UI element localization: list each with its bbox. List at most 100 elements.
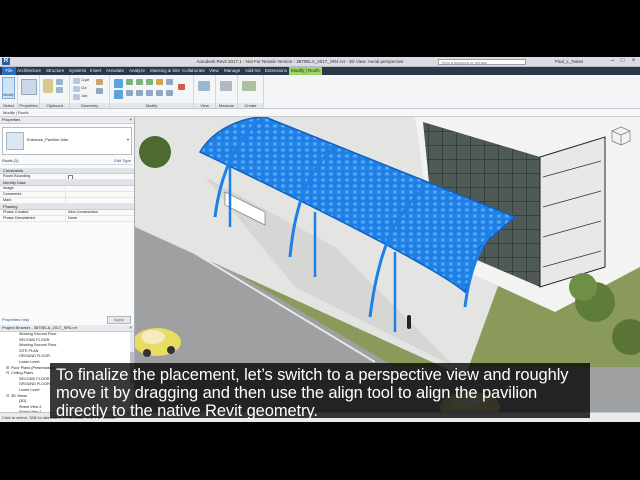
subtitle-text: To finalize the placement, let’s switch … <box>56 366 569 420</box>
tab-structure[interactable]: Structure <box>46 67 64 75</box>
browser-item-label: SECOND FLOOR <box>19 376 50 381</box>
cut-icon[interactable] <box>56 79 63 85</box>
type-name: Entrance_Pavilion.3dm <box>27 137 69 142</box>
panel-create: Create <box>238 75 264 108</box>
paste-icon[interactable] <box>43 79 53 93</box>
property-key: Phase Demolished <box>0 216 66 221</box>
properties-icon[interactable] <box>21 79 37 95</box>
browser-item-label: Street View 2 <box>19 404 42 409</box>
tab-annotate[interactable]: Annotate <box>106 67 124 75</box>
apply-button[interactable]: Apply <box>107 316 131 324</box>
browser-item-label: Lower Level <box>19 387 40 392</box>
copy-icon[interactable] <box>56 87 63 93</box>
modify-label: Modify <box>3 93 14 97</box>
tab-manage[interactable]: Manage <box>224 67 240 75</box>
tab-modify-roofs[interactable]: Modify | Roofs <box>289 67 322 75</box>
pin-icon[interactable] <box>166 79 173 85</box>
cope-icon[interactable] <box>73 78 80 84</box>
move-icon[interactable] <box>114 90 123 99</box>
modify-button[interactable]: Modify <box>2 77 15 99</box>
window-title: Autodesk Revit 2017.1 - Not For Resale V… <box>196 59 404 64</box>
panel-label-clipboard: Clipboard <box>40 103 69 108</box>
close-icon[interactable]: × <box>129 117 132 123</box>
browser-item-label: Ceiling Plans <box>11 371 34 376</box>
type-selector[interactable]: Entrance_Pavilion.3dm ▾ <box>2 127 132 155</box>
create-similar-icon[interactable] <box>242 81 256 91</box>
panel-clipboard: Clipboard <box>40 75 70 108</box>
property-value[interactable] <box>66 192 134 197</box>
panel-label-properties: Properties <box>18 103 39 108</box>
tab-massing-site[interactable]: Massing & Site <box>150 67 180 75</box>
maximize-icon[interactable]: □ <box>618 58 627 65</box>
building-corner <box>539 136 606 288</box>
scale-icon[interactable] <box>166 90 173 96</box>
tab-extensions[interactable]: Extensions <box>265 67 287 75</box>
video-subtitle: To finalize the placement, let’s switch … <box>50 363 590 420</box>
panel-label-modify: Modify <box>110 103 193 108</box>
split-icon[interactable] <box>156 79 163 85</box>
copy-element-icon[interactable] <box>126 90 133 96</box>
rotate-icon[interactable] <box>136 90 143 96</box>
panel-label-select: Select <box>0 103 17 108</box>
bottom-letterbox <box>0 422 640 480</box>
trim-icon[interactable] <box>146 90 153 96</box>
tab-systems[interactable]: Systems <box>69 67 86 75</box>
browser-item-label: GROUND FLOOR <box>19 354 51 359</box>
property-key: Image <box>0 186 66 191</box>
offset-icon[interactable] <box>126 79 133 85</box>
panel-label-view: View <box>194 103 215 108</box>
tree <box>569 273 597 301</box>
panel-measure: Measure <box>216 75 238 108</box>
delete-icon[interactable] <box>178 84 185 90</box>
tab-insert[interactable]: Insert <box>90 67 101 75</box>
panel-label-create: Create <box>238 103 263 108</box>
properties-footer: Properties help Apply <box>0 316 134 324</box>
mirror-axis-icon[interactable] <box>136 79 143 85</box>
chevron-down-icon[interactable]: ▾ <box>127 137 129 142</box>
property-row: Phase Demolished None <box>0 216 134 222</box>
panel-view: View <box>194 75 216 108</box>
minimize-icon[interactable]: – <box>608 58 617 65</box>
user-name[interactable]: Paul_L_Notes <box>555 57 583 66</box>
property-value[interactable]: None <box>66 216 134 221</box>
tab-architecture[interactable]: Architecture <box>17 67 41 75</box>
property-value[interactable] <box>66 186 134 191</box>
hide-view-icon[interactable] <box>198 81 210 91</box>
ribbon-tabs: File Architecture Structure Systems Inse… <box>0 67 640 75</box>
search-input[interactable]: Type a keyword or phrase <box>438 58 526 65</box>
split-face-icon[interactable] <box>96 88 103 94</box>
viewcube-icon[interactable] <box>608 123 634 149</box>
join-icon[interactable] <box>73 94 80 100</box>
property-value[interactable] <box>66 198 134 203</box>
ribbon: Modify Select Properties Clipboard Cope … <box>0 75 640 109</box>
property-key: Room Bounding <box>0 174 66 179</box>
instance-filter[interactable]: Roofs (1) Edit Type <box>2 158 132 165</box>
instance-filter-label: Roofs (1) <box>2 158 19 163</box>
app-logo[interactable]: R <box>2 58 10 65</box>
measure-icon[interactable] <box>220 81 232 91</box>
close-icon[interactable]: × <box>629 58 638 65</box>
room-bounding-checkbox[interactable] <box>66 174 134 179</box>
browser-item-label: 3D Views <box>11 393 27 398</box>
browser-item-label: SITE PLAN <box>19 348 39 353</box>
close-icon[interactable]: × <box>129 325 132 331</box>
tab-collaborate[interactable]: Collaborate <box>182 67 205 75</box>
panel-label-geometry: Geometry <box>70 103 109 108</box>
tab-add-ins[interactable]: Add-Ins <box>245 67 261 75</box>
join-label: Join <box>81 94 88 98</box>
panel-select: Modify Select <box>0 75 18 108</box>
tab-analyze[interactable]: Analyze <box>129 67 145 75</box>
tab-view[interactable]: View <box>209 67 219 75</box>
properties-help-link[interactable]: Properties help <box>2 316 29 323</box>
mirror-draw-icon[interactable] <box>146 79 153 85</box>
property-value[interactable]: New Construction <box>66 210 134 215</box>
align-icon[interactable] <box>114 79 123 88</box>
cut-geometry-icon[interactable] <box>73 86 80 92</box>
cut-label: Cut <box>81 86 87 90</box>
property-key: Phase Created <box>0 210 66 215</box>
browser-item-label: SECOND FLOOR <box>19 337 50 342</box>
paint-icon[interactable] <box>96 79 103 85</box>
array-icon[interactable] <box>156 90 163 96</box>
edit-type-button[interactable]: Edit Type <box>114 158 131 164</box>
tab-file[interactable]: File <box>2 67 16 75</box>
